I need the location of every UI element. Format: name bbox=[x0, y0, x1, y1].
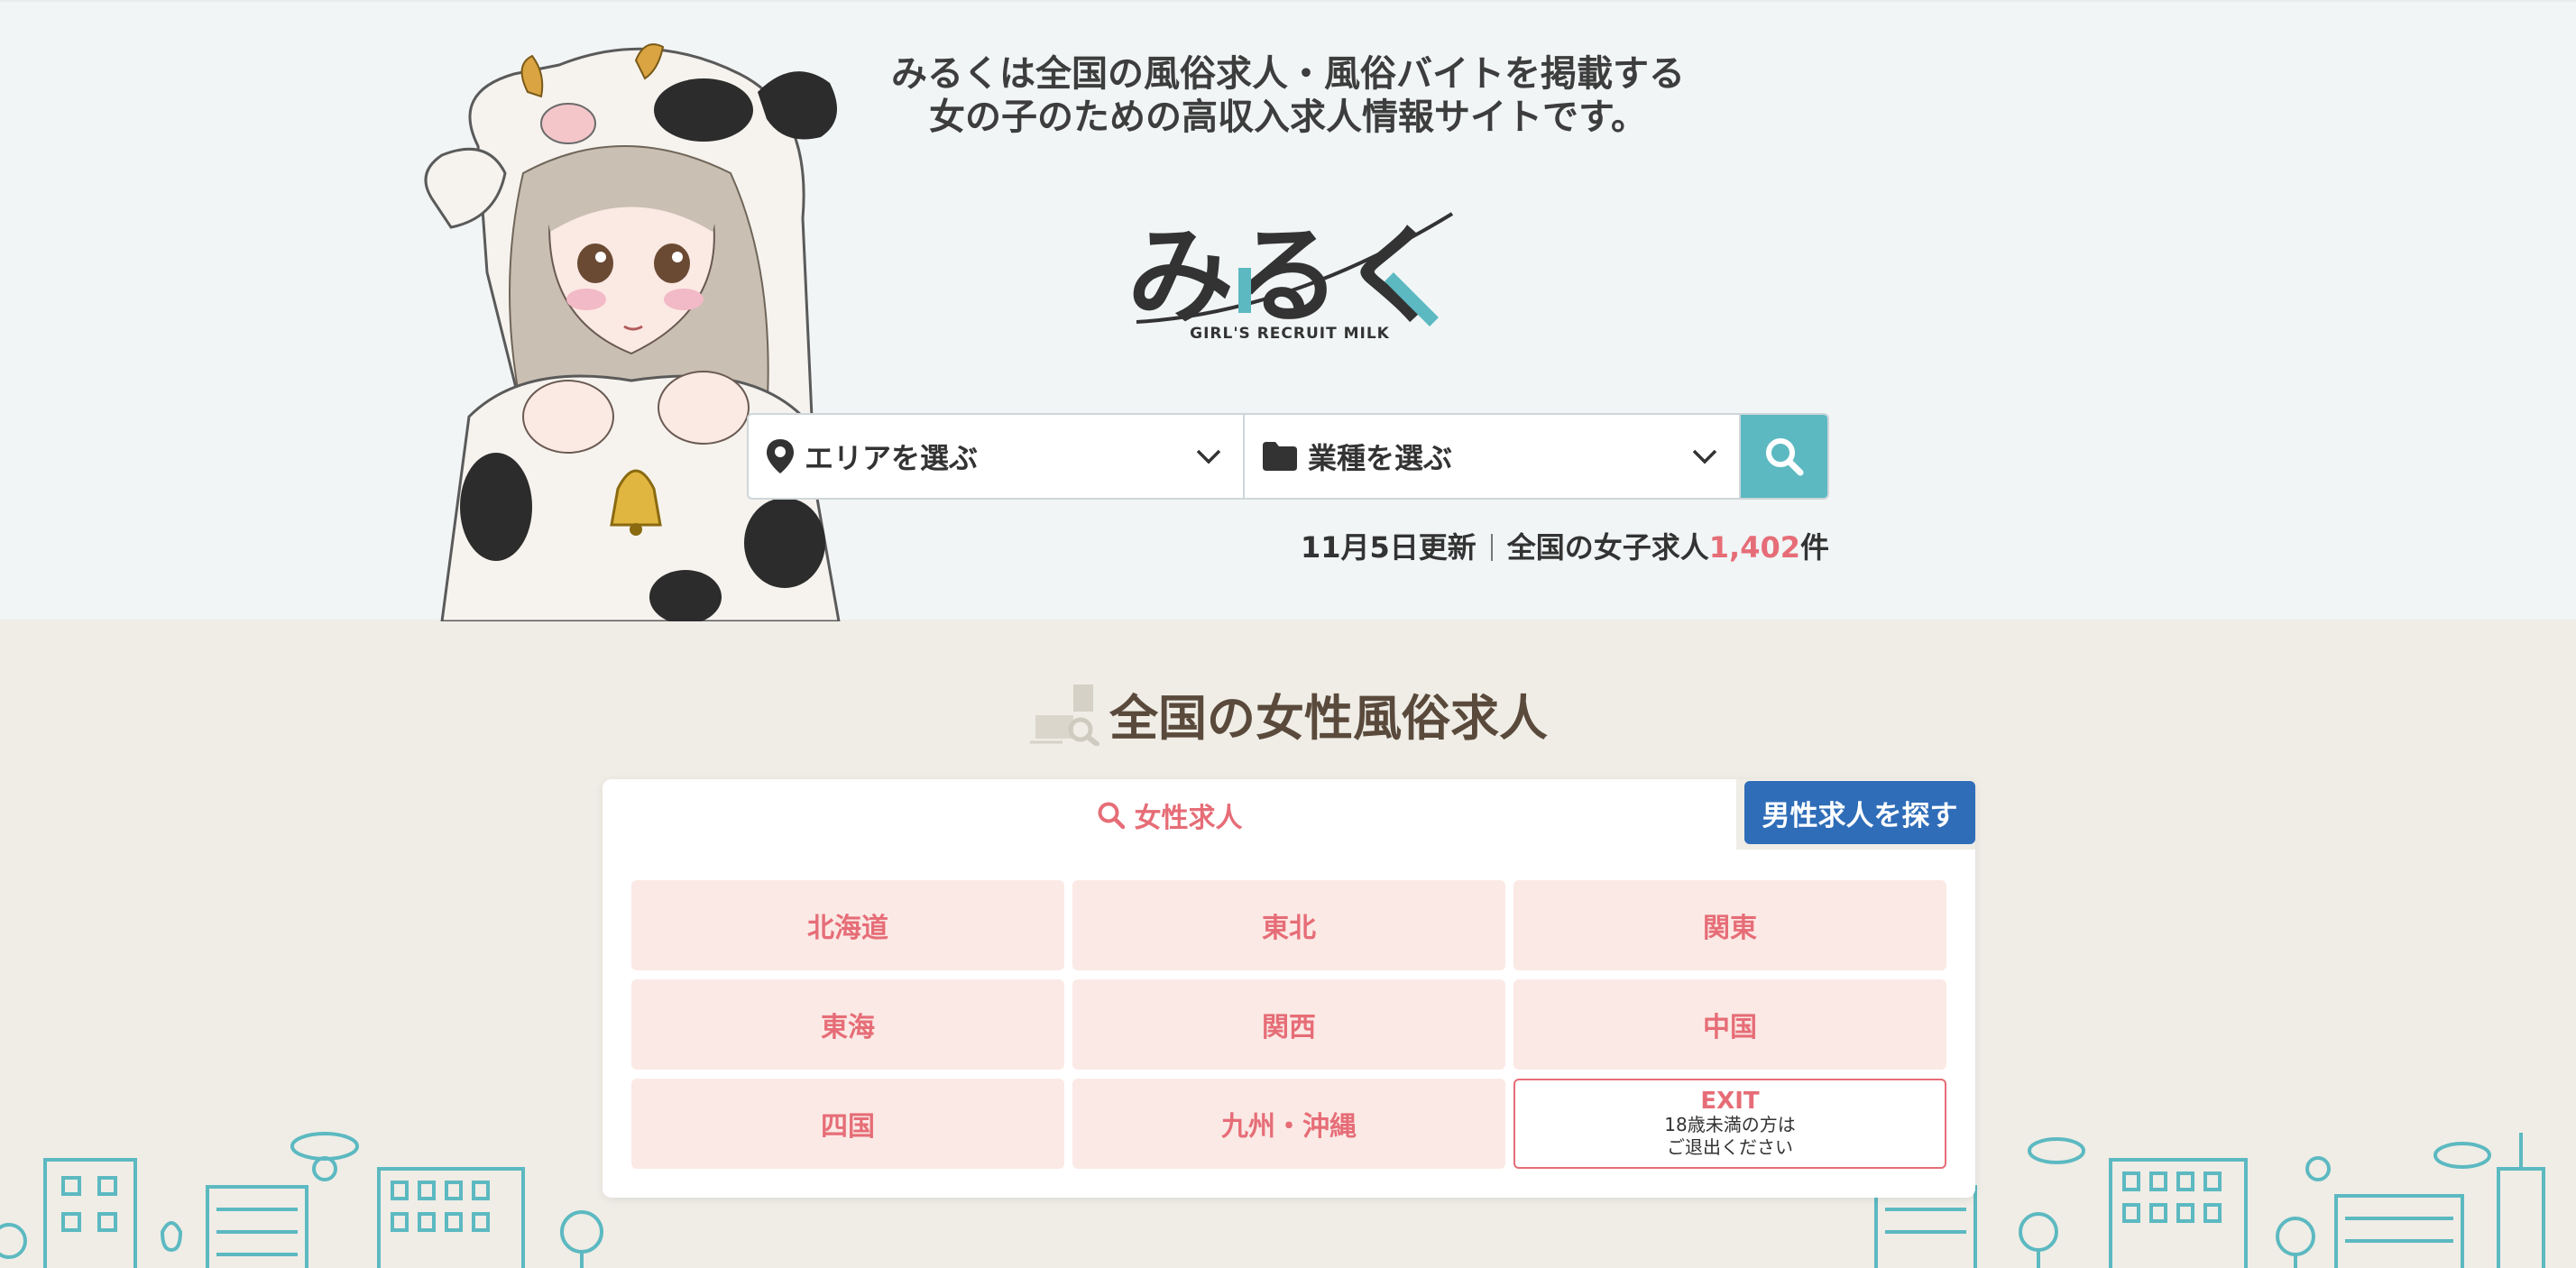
region-chugoku[interactable]: 中国 bbox=[1513, 979, 1946, 1070]
mascot-illustration bbox=[424, 43, 841, 621]
tagline-line-1: みるくは全国の風俗求人・風俗バイトを掲載する bbox=[891, 53, 1685, 95]
folder-icon bbox=[1263, 442, 1297, 471]
genre-select-label: 業種を選ぶ bbox=[1308, 441, 1453, 475]
region-panel: 女性求人 男性求人を探す 北海道 東北 関東 東海 関西 中国 四国 九州・沖縄… bbox=[603, 779, 1975, 1198]
site-tagline: みるくは全国の風俗求人・風俗バイトを掲載する 女の子のための高収入求人情報サイト… bbox=[0, 52, 2576, 139]
hero-section: みるくは全国の風俗求人・風俗バイトを掲載する 女の子のための高収入求人情報サイト… bbox=[0, 0, 2576, 621]
exit-note-line-2: ご退出ください bbox=[1667, 1136, 1793, 1158]
chevron-down-icon bbox=[1196, 449, 1221, 464]
search-icon bbox=[1098, 802, 1125, 830]
search-icon bbox=[1766, 438, 1804, 476]
map-pin-icon bbox=[767, 439, 794, 473]
section-title-text: 全国の女性風俗求人 bbox=[1109, 690, 1548, 747]
region-grid: 北海道 東北 関東 東海 関西 中国 四国 九州・沖縄 EXIT 18歳未満の方… bbox=[631, 880, 1946, 1169]
area-select-label: エリアを選ぶ bbox=[805, 441, 979, 475]
genre-select[interactable]: 業種を選ぶ bbox=[1245, 415, 1741, 498]
tab-female-jobs[interactable]: 女性求人 bbox=[603, 779, 1736, 851]
region-tohoku[interactable]: 東北 bbox=[1072, 880, 1505, 970]
logo-subtitle: GIRL'S RECRUIT MILK bbox=[1190, 325, 1390, 343]
region-kyushu-okinawa[interactable]: 九州・沖縄 bbox=[1072, 1079, 1505, 1169]
search-button[interactable] bbox=[1741, 415, 1827, 498]
job-count-label: 全国の女子求人 bbox=[1506, 530, 1709, 565]
search-bar: エリアを選ぶ 業種を選ぶ bbox=[747, 413, 1829, 500]
region-hokkaido[interactable]: 北海道 bbox=[631, 880, 1064, 970]
section-title: 全国の女性風俗求人 bbox=[0, 678, 2576, 749]
region-kanto[interactable]: 関東 bbox=[1513, 880, 1946, 970]
tab-female-label: 女性求人 bbox=[1134, 803, 1243, 834]
job-count-unit: 件 bbox=[1799, 530, 1829, 565]
status-divider bbox=[1490, 534, 1493, 561]
exit-note-line-1: 18歳未満の方は bbox=[1664, 1114, 1796, 1135]
region-kansai[interactable]: 関西 bbox=[1072, 979, 1505, 1070]
tagline-line-2: 女の子のための高収入求人情報サイトです。 bbox=[929, 96, 1647, 138]
map-search-icon bbox=[1030, 685, 1099, 746]
exit-title: EXIT bbox=[1700, 1088, 1760, 1115]
male-jobs-button[interactable]: 男性求人を探す bbox=[1744, 781, 1975, 844]
update-date: 11月5日更新 bbox=[1300, 530, 1477, 565]
exit-button[interactable]: EXIT 18歳未満の方は ご退出ください bbox=[1513, 1079, 1946, 1169]
job-count: 1,402 bbox=[1708, 530, 1800, 565]
area-select[interactable]: エリアを選ぶ bbox=[749, 415, 1245, 498]
chevron-down-icon bbox=[1692, 449, 1717, 464]
region-shikoku[interactable]: 四国 bbox=[631, 1079, 1064, 1169]
update-status: 11月5日更新 全国の女子求人1,402件 bbox=[1301, 525, 1829, 566]
region-tokai[interactable]: 東海 bbox=[631, 979, 1064, 1070]
